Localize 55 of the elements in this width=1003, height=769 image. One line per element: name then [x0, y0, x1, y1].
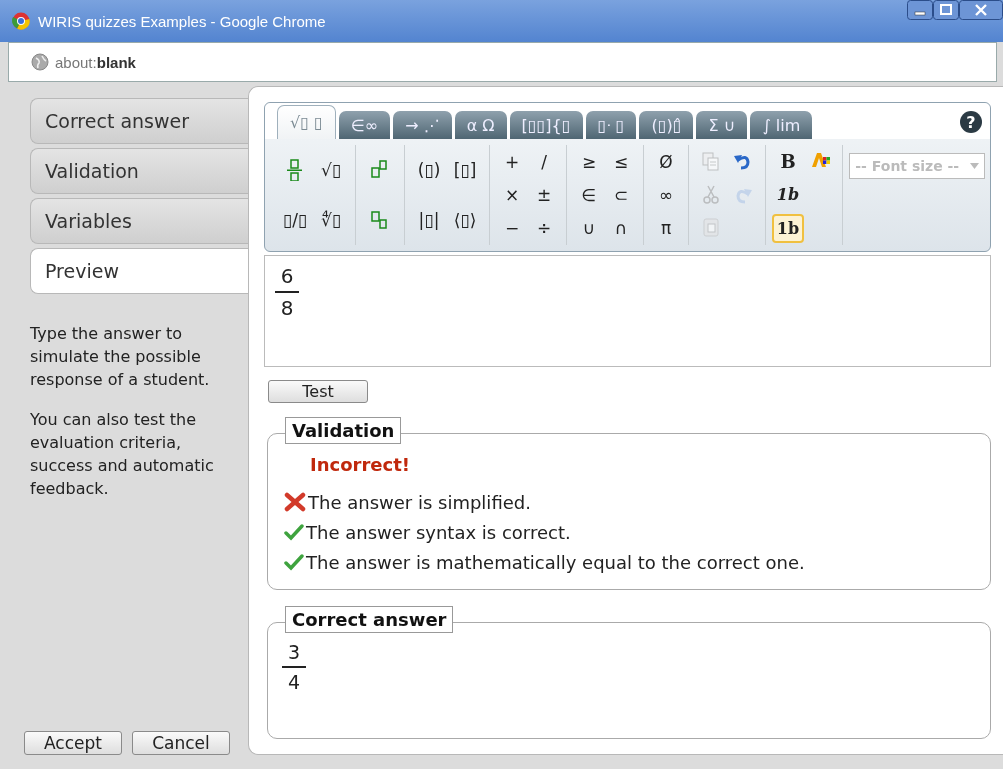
answer-field[interactable]: 6 8	[264, 255, 991, 367]
check-text: The answer syntax is correct.	[306, 521, 571, 543]
symbol-button[interactable]: ×	[496, 180, 528, 210]
panel-legend: Validation	[285, 417, 402, 444]
window-title: WIRIS quizzes Examples - Google Chrome	[38, 12, 327, 30]
toolbar-tab[interactable]: → ⋰	[393, 111, 452, 139]
symbol-button[interactable]: Ø	[650, 147, 682, 177]
verdict-text: Incorrect!	[310, 454, 411, 475]
numerator: 6	[280, 264, 294, 288]
template-button[interactable]: ▯/▯	[277, 198, 313, 242]
test-button[interactable]: Test	[268, 380, 368, 403]
denominator: 4	[287, 670, 301, 693]
symbol-button[interactable]: ∩	[605, 213, 637, 243]
symbol-button[interactable]: ≥	[573, 147, 605, 177]
symbol-button[interactable]: ≤	[605, 147, 637, 177]
symbol-button[interactable]: −	[496, 213, 528, 243]
check-text: The answer is mathematically equal to the correct one.	[306, 551, 805, 573]
symbol-button[interactable]: +	[496, 147, 528, 177]
symbol-button[interactable]: ÷	[528, 213, 560, 243]
side-tab[interactable]: Preview	[30, 248, 248, 294]
side-tab[interactable]: Variables	[30, 198, 248, 244]
template-button[interactable]: ∜▯	[313, 198, 349, 242]
template-button[interactable]: √▯	[313, 148, 349, 192]
template-button[interactable]: ⟨▯⟩	[447, 198, 483, 242]
numerator: 3	[287, 641, 301, 663]
cancel-button[interactable]: Cancel	[132, 731, 230, 755]
check-text: The answer is simplified.	[308, 491, 531, 513]
symbol-button[interactable]: ∞	[650, 180, 682, 210]
symbol-button[interactable]: ⊂	[605, 180, 637, 210]
symbol-button[interactable]: π	[650, 213, 682, 243]
side-tab[interactable]: Validation	[30, 148, 248, 194]
help-text: Type the answer to simulate the possible response of a student.	[30, 323, 211, 392]
style-button[interactable]: 1b	[772, 213, 804, 243]
address-field[interactable]: about:blank	[55, 53, 136, 71]
toolbar-tab[interactable]: α Ω	[454, 111, 507, 139]
symbol-button[interactable]: /	[528, 147, 560, 177]
toolbar-tab[interactable]: ▯ᐧ ▯	[585, 111, 637, 139]
help-text: You can also test the evaluation criteria, success and automatic feedback.	[30, 408, 215, 501]
symbol-button[interactable]: ∈	[573, 180, 605, 210]
bold-button[interactable]: B	[772, 147, 804, 177]
template-button[interactable]: (▯)	[411, 148, 447, 192]
denominator: 8	[280, 295, 294, 320]
side-tab[interactable]: Correct answer	[30, 98, 248, 144]
symbol-button[interactable]: ±	[528, 180, 560, 210]
toolbar-tab[interactable]: (▯)▯̂	[639, 111, 694, 139]
toolbar-tab[interactable]: √▯ ▯	[277, 105, 336, 139]
template-button[interactable]: [▯]	[447, 148, 483, 192]
template-button[interactable]: |▯|	[411, 198, 447, 242]
toolbar-tab[interactable]: [▯▯]{▯	[509, 111, 583, 139]
symbol-button[interactable]: ∪	[573, 213, 605, 243]
accept-button[interactable]: Accept	[24, 731, 122, 755]
help-button[interactable]: ?	[960, 111, 982, 133]
toolbar-tab[interactable]: ∫ lim	[750, 111, 813, 139]
panel-legend: Correct answer	[285, 606, 454, 633]
style-button[interactable]: 1b	[772, 180, 804, 210]
